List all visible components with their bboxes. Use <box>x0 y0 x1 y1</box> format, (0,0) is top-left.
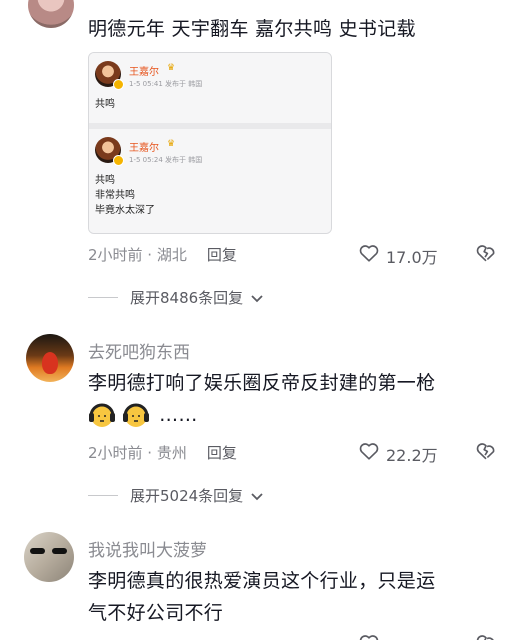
like-count: 17.0万 <box>386 248 438 267</box>
heart-icon <box>359 443 379 460</box>
quote-line: 共鸣 <box>95 175 115 186</box>
quote-text: 共鸣 <box>95 99 115 110</box>
comment-time-location: 2小时前 · 湖北 <box>88 246 187 264</box>
comment-time-location: 2小时前 · 贵州 <box>88 444 187 462</box>
crown-icon: ♛ <box>167 63 176 73</box>
dislike-button[interactable] <box>474 242 498 264</box>
reply-button[interactable]: 回复 <box>207 444 237 462</box>
quote-username: 王嘉尔 <box>129 67 159 78</box>
quote-username: 王嘉尔 <box>129 143 159 154</box>
sunglasses-shape <box>52 548 67 554</box>
expand-replies-button[interactable]: 展开8486条回复 <box>130 287 264 308</box>
emoji-row: …… <box>88 400 198 430</box>
username[interactable]: 我说我叫大菠萝 <box>88 536 207 561</box>
expand-replies-label: 展开8486条回复 <box>130 289 244 307</box>
heart-icon <box>359 635 379 640</box>
like-button[interactable] <box>358 242 380 264</box>
sunglasses-shape <box>30 548 45 554</box>
like-button[interactable] <box>358 632 380 640</box>
quote-post: 王嘉尔 ♛ 1-5 05:41 发布于 韩国 共鸣 <box>89 53 331 123</box>
crown-icon: ♛ <box>167 139 176 149</box>
avatar[interactable] <box>26 334 74 382</box>
expand-replies-button[interactable]: 展开5024条回复 <box>130 485 264 506</box>
quote-meta: 1-5 05:41 发布于 韩国 <box>129 80 203 88</box>
broken-heart-icon <box>476 245 495 262</box>
gourd-shape <box>42 352 58 374</box>
dislike-button[interactable] <box>474 440 498 462</box>
quote-line: 毕竟水太深了 <box>95 205 155 216</box>
broken-heart-icon <box>476 443 495 460</box>
reply-button[interactable]: 回复 <box>207 246 237 264</box>
quote-post: 王嘉尔 ♛ 1-5 05:24 发布于 韩国 共鸣 非常共鸣 毕竟水太深了 <box>89 129 331 233</box>
verified-badge-icon <box>113 155 124 166</box>
chevron-down-icon <box>251 492 263 500</box>
avatar[interactable] <box>24 532 74 582</box>
quote-line: 非常共鸣 <box>95 190 135 201</box>
avatar[interactable] <box>28 0 74 28</box>
divider <box>88 495 118 496</box>
chevron-down-icon <box>251 294 263 302</box>
expand-replies-label: 展开5024条回复 <box>130 487 244 505</box>
like-count: 22.2万 <box>386 446 438 465</box>
comment-text: 气不好公司不行 <box>88 602 224 624</box>
comment-text: 明德元年 天宇翻车 嘉尔共鸣 史书记载 <box>88 18 416 40</box>
ellipsis-text: …… <box>159 404 198 426</box>
divider <box>88 297 118 298</box>
username[interactable]: 去死吧狗东西 <box>88 338 190 363</box>
broken-heart-icon <box>476 635 494 640</box>
comment-attached-image[interactable]: 王嘉尔 ♛ 1-5 05:41 发布于 韩国 共鸣 王嘉尔 ♛ 1-5 05:2… <box>88 52 332 234</box>
comment-text: 李明德打响了娱乐圈反帝反封建的第一枪 <box>88 372 436 394</box>
comment-meta: 2小时前 · 湖北 回复 <box>88 244 237 265</box>
quote-meta: 1-5 05:24 发布于 韩国 <box>129 156 203 164</box>
comment-text: 李明德真的很热爱演员这个行业，只是运 <box>88 570 436 592</box>
dislike-button[interactable] <box>474 632 498 640</box>
comment-meta: 2小时前 · 贵州 回复 <box>88 442 237 463</box>
verified-badge-icon <box>113 79 124 90</box>
headphone-emoji-icon <box>89 403 149 427</box>
heart-icon <box>359 245 379 262</box>
like-button[interactable] <box>358 440 380 462</box>
quote-text: 共鸣 非常共鸣 毕竟水太深了 <box>95 173 155 218</box>
